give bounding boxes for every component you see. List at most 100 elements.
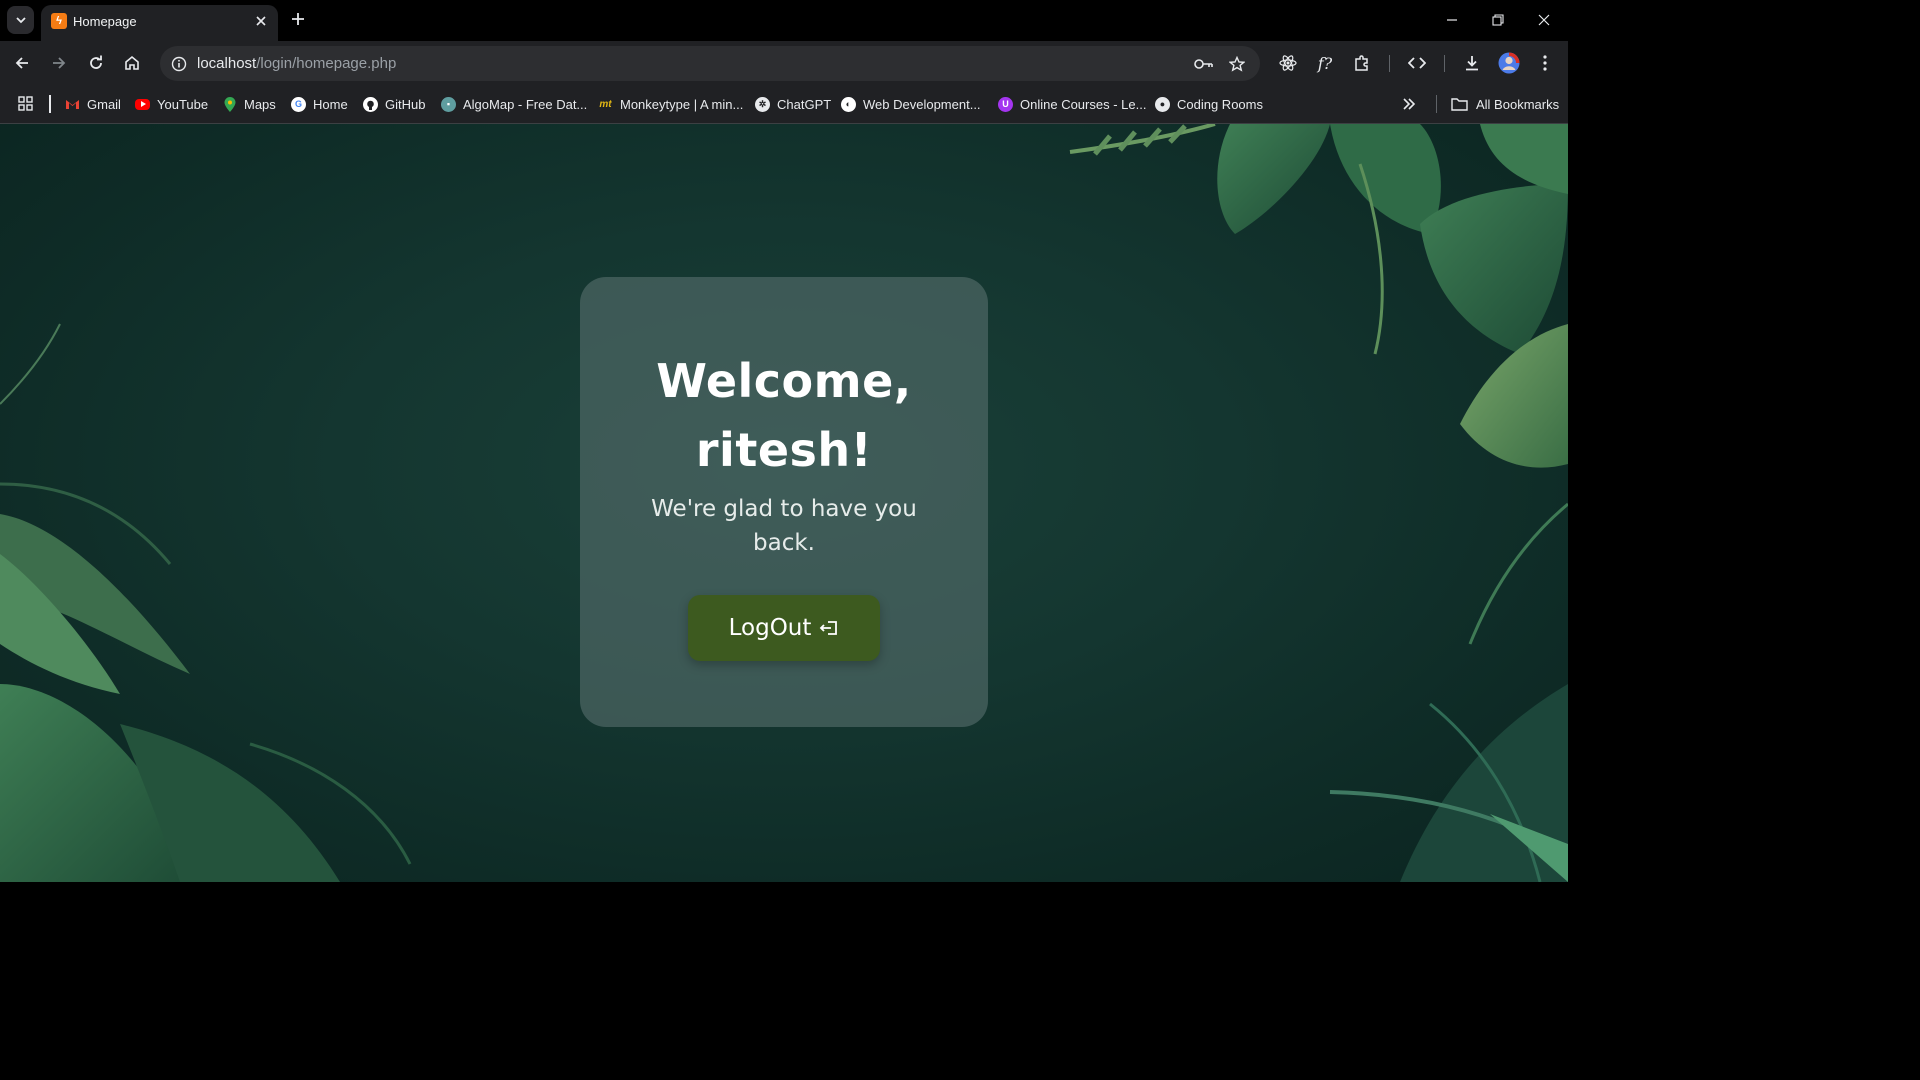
bookmark-label: Web Development... (863, 96, 981, 112)
password-key-button[interactable] (1192, 52, 1216, 76)
google-icon: G (291, 96, 306, 112)
welcome-heading: Welcome, ritesh! (580, 347, 988, 485)
bookmark-label: Monkeytype | A min... (620, 96, 744, 112)
codingrooms-icon: ● (1155, 96, 1170, 112)
monkeytype-icon: mt (599, 98, 612, 110)
url-host: localhost (197, 55, 257, 72)
profile-avatar[interactable] (1496, 50, 1522, 76)
reload-button[interactable] (83, 50, 109, 76)
double-chevron-right-icon (1403, 98, 1416, 110)
back-button[interactable] (9, 50, 35, 76)
tab-search-button[interactable] (7, 6, 34, 34)
bookmark-gmail[interactable]: Gmail (65, 94, 121, 114)
bookmark-home[interactable]: G Home (291, 94, 348, 114)
courses-icon: U (998, 96, 1013, 112)
bookmark-label: Gmail (87, 96, 121, 112)
home-button[interactable] (119, 50, 145, 76)
bookmark-monkeytype[interactable]: mt Monkeytype | A min... (598, 94, 743, 114)
bookmark-star-button[interactable] (1225, 52, 1249, 76)
tab-title: Homepage (73, 14, 137, 29)
bookmark-web-development[interactable]: ◐ Web Development... (841, 94, 981, 114)
bookmark-label: Home (313, 96, 348, 112)
toolbar-separator (1389, 55, 1390, 72)
algomap-icon: ▪ (441, 96, 456, 112)
restore-icon (1492, 14, 1504, 26)
address-bar[interactable]: localhost/login/homepage.php (160, 46, 1260, 81)
arrow-right-icon (53, 57, 66, 69)
welcome-card: Welcome, ritesh! We're glad to have you … (580, 277, 988, 727)
bookmarks-bar: Gmail YouTube Maps G Home GitHub ▪ AlgoMap… (0, 86, 1568, 124)
welcome-line-1: Welcome, (656, 354, 912, 408)
arrow-left-icon (15, 57, 28, 69)
bookmark-github[interactable]: GitHub (363, 94, 425, 114)
bookmarks-divider (49, 95, 51, 113)
bookmark-online-courses[interactable]: U Online Courses - Le... (998, 94, 1146, 114)
close-icon (1538, 14, 1550, 26)
chevron-down-icon (15, 17, 26, 24)
bookmark-label: Online Courses - Le... (1020, 96, 1147, 112)
site-info-button[interactable] (168, 53, 190, 75)
puzzle-icon (1355, 55, 1368, 71)
chatgpt-icon: ✲ (755, 96, 770, 112)
browser-toolbar: localhost/login/homepage.php f? (0, 41, 1568, 86)
avatar-icon (1498, 52, 1520, 74)
home-icon (125, 55, 139, 70)
maps-icon (222, 96, 237, 112)
tab-close-button[interactable] (252, 12, 270, 30)
all-bookmarks-button[interactable]: All Bookmarks (1451, 94, 1559, 114)
forward-button[interactable] (46, 50, 72, 76)
restore-button[interactable] (1486, 8, 1510, 32)
logout-icon (820, 621, 838, 635)
window-close-button[interactable] (1532, 8, 1556, 32)
bookmark-label: GitHub (385, 96, 426, 112)
downloads-button[interactable] (1459, 50, 1485, 76)
welcome-line-2: ritesh! (695, 423, 873, 477)
bookmark-coding-rooms[interactable]: ● Coding Rooms (1155, 94, 1263, 114)
apps-grid-icon (18, 96, 33, 111)
minimize-icon (1447, 19, 1457, 21)
webdev-icon: ◐ (841, 96, 856, 112)
bookmarks-overflow-button[interactable] (1402, 94, 1416, 114)
close-icon (256, 16, 266, 26)
code-icon (1408, 57, 1426, 69)
github-icon (363, 96, 378, 112)
url-text[interactable]: localhost/login/homepage.php (197, 55, 396, 72)
all-bookmarks-label: All Bookmarks (1476, 96, 1560, 112)
bookmark-label: YouTube (157, 96, 209, 112)
kebab-menu-icon (1543, 55, 1547, 71)
info-icon (171, 56, 187, 72)
download-icon (1466, 56, 1478, 71)
bookmark-maps[interactable]: Maps (222, 94, 276, 114)
bookmark-algomap[interactable]: ▪ AlgoMap - Free Dat... (441, 94, 587, 114)
new-tab-button[interactable] (287, 8, 309, 30)
toolbar-separator (1444, 55, 1445, 72)
bookmark-label: AlgoMap - Free Dat... (463, 96, 588, 112)
logout-button[interactable]: LogOut (688, 595, 880, 661)
browser-menu-button[interactable] (1532, 50, 1558, 76)
bookmark-label: Coding Rooms (1177, 96, 1263, 112)
star-icon (1229, 56, 1245, 72)
folder-icon (1451, 98, 1468, 111)
extensions-button[interactable] (1349, 50, 1375, 76)
bookmark-chatgpt[interactable]: ✲ ChatGPT (755, 94, 831, 114)
xampp-icon: ϟ (51, 13, 67, 29)
devtools-button[interactable] (1404, 50, 1430, 76)
logout-label: LogOut (728, 615, 812, 641)
minimize-button[interactable] (1440, 8, 1464, 32)
react-devtools-extension[interactable] (1275, 50, 1301, 76)
atom-icon (1279, 55, 1297, 71)
tab-homepage[interactable]: ϟ Homepage (41, 5, 278, 41)
function-icon: f? (1317, 53, 1333, 73)
welcome-subtitle: We're glad to have you back. (651, 496, 917, 556)
apps-button[interactable] (16, 94, 36, 114)
page-background: Welcome, ritesh! We're glad to have you … (0, 124, 1568, 882)
font-extension[interactable]: f? (1312, 50, 1338, 76)
tab-strip: ϟ Homepage (0, 0, 1568, 41)
bookmarks-divider (1436, 95, 1437, 113)
key-icon (1194, 59, 1213, 69)
reload-icon (90, 55, 102, 69)
bookmark-label: Maps (244, 96, 276, 112)
bookmark-youtube[interactable]: YouTube (135, 94, 208, 114)
bookmark-label: ChatGPT (777, 96, 832, 112)
gmail-icon (65, 97, 80, 112)
